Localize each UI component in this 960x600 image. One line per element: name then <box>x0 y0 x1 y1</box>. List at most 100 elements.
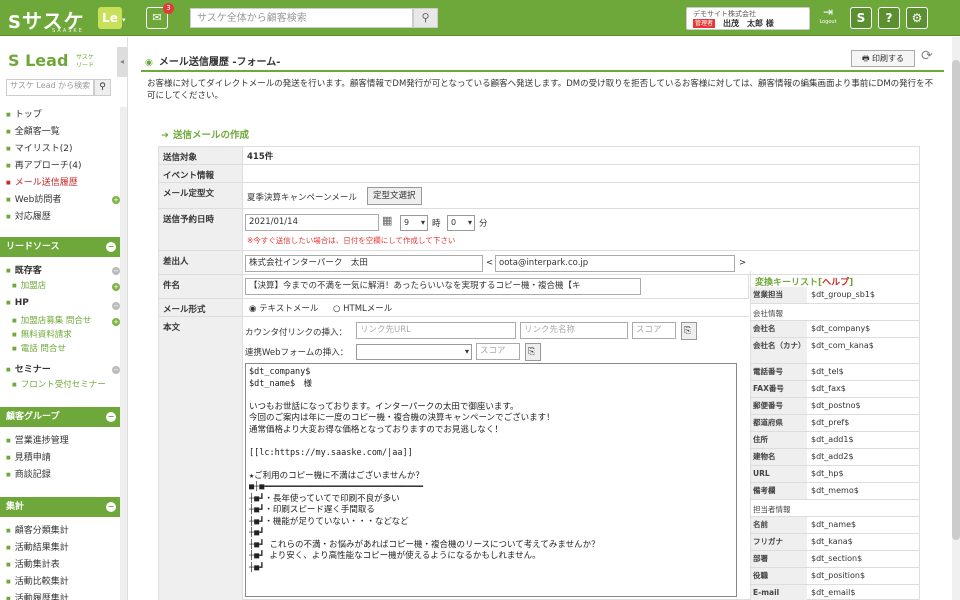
sender-name-input[interactable]: 株式会社インターパーク 太田 <box>245 255 483 272</box>
sidebar-subitem-member[interactable]: 加盟店 <box>12 279 47 291</box>
calendar-icon[interactable]: ▦ <box>382 214 392 227</box>
variable-row[interactable]: 電話番号 $dt_tel$ <box>751 364 920 381</box>
radio-html-mail[interactable]: ○ HTMLメール <box>333 302 392 314</box>
sidebar-subitem-phone[interactable]: 電話 問合せ <box>12 342 66 354</box>
variable-row[interactable]: 郵便番号 $dt_postno$ <box>751 398 920 415</box>
sidebar-item-sales-progress[interactable]: 営業進捗管理 <box>6 433 69 446</box>
collapse-icon[interactable]: − <box>112 366 120 374</box>
variable-value[interactable]: $dt_add2$ <box>811 452 854 461</box>
webform-score-input[interactable]: スコア <box>476 343 520 360</box>
variable-row[interactable]: 営業担当 $dt_group_sb1$ <box>751 287 920 304</box>
variable-row[interactable]: 都道府県 $dt_pref$ <box>751 415 920 432</box>
customer-search-input[interactable]: サスケ全体から顧客検索 <box>190 8 413 28</box>
collapse-icon[interactable]: − <box>106 412 116 422</box>
variable-row[interactable]: 住所 $dt_add1$ <box>751 432 920 449</box>
variable-row[interactable]: 備考欄 $dt_memo$ <box>751 483 920 500</box>
collapse-icon[interactable]: − <box>106 242 116 252</box>
plus-icon[interactable]: + <box>112 318 120 326</box>
template-select-button[interactable]: 定型文選択 <box>367 187 422 205</box>
variable-value[interactable]: $dt_hp$ <box>811 469 844 478</box>
sidebar-item-stat-result[interactable]: 活動結果集計 <box>6 540 69 553</box>
search-icon[interactable]: ⚲ <box>94 79 111 96</box>
variable-row[interactable]: 役職 $dt_position$ <box>751 568 920 585</box>
collapse-icon[interactable]: − <box>112 302 120 310</box>
radio-text-mail[interactable]: ◉ テキストメール <box>249 302 318 314</box>
variable-value[interactable]: $dt_section$ <box>811 554 862 563</box>
variable-row[interactable]: 部署 $dt_section$ <box>751 551 920 568</box>
variable-value[interactable]: $dt_tel$ <box>811 367 844 376</box>
sidebar-item-web-visitors[interactable]: Web訪問者 <box>6 192 62 205</box>
variable-row[interactable]: フリガナ $dt_kana$ <box>751 534 920 551</box>
sidebar-sub-seminar[interactable]: セミナー <box>6 362 51 375</box>
sidebar-item-stat-history[interactable]: 活動履歴集計 <box>6 591 69 600</box>
plus-icon[interactable]: + <box>112 196 120 204</box>
variable-value[interactable]: $dt_com_kana$ <box>811 341 874 350</box>
gear-icon[interactable]: ⚙ <box>906 7 928 29</box>
link-url-input[interactable]: リンク先URL <box>356 322 516 339</box>
variable-row[interactable]: 会社名（カナ） $dt_com_kana$ <box>751 338 920 364</box>
sidebar-item-top[interactable]: トップ <box>6 107 42 120</box>
sidebar-item-stat-table[interactable]: 活動集計表 <box>6 557 60 570</box>
hour-select[interactable]: 9 <box>400 215 428 231</box>
body-textarea[interactable]: $dt_company$ $dt_name$ 様 いつもお世話になっております。… <box>245 363 737 597</box>
le-app-switcher[interactable]: Le <box>98 7 122 29</box>
subject-input[interactable]: 【決算】今までの不満を一気に解消！あったらいいなを実現するコピー機・複合機【キ <box>245 278 641 295</box>
sidebar-item-reapproach[interactable]: 再アプローチ(4) <box>6 158 82 171</box>
collapse-icon[interactable]: − <box>112 267 120 275</box>
variable-value[interactable]: $dt_company$ <box>811 324 870 333</box>
sidebar-sub-hp[interactable]: HP <box>6 298 29 308</box>
sidebar-item-all-customers[interactable]: 全顧客一覧 <box>6 124 60 137</box>
sidebar-item-mylist[interactable]: マイリスト(2) <box>6 141 73 154</box>
variable-value[interactable]: $dt_add1$ <box>811 435 854 444</box>
variable-value[interactable]: $dt_fax$ <box>811 384 846 393</box>
sidebar-subitem-recruit[interactable]: 加盟店募集 問合せ <box>12 314 92 326</box>
sidebar-logo[interactable]: S Lead <box>8 51 68 70</box>
variable-value[interactable]: $dt_pref$ <box>811 418 849 427</box>
main-scrollbar-thumb[interactable] <box>952 60 960 540</box>
minute-select[interactable]: 0 <box>447 215 475 231</box>
sidebar-head-customer-group[interactable]: 顧客グループ − <box>0 407 120 427</box>
sender-email-input[interactable]: oota@interpark.co.jp <box>495 255 735 272</box>
sidebar-item-negotiation[interactable]: 商談記録 <box>6 467 51 480</box>
insert-link-icon[interactable]: ⎘ <box>681 322 697 340</box>
sidebar-subitem-front-seminar[interactable]: フロント受付セミナー <box>12 378 106 390</box>
sidebar-item-stat-compare[interactable]: 活動比較集計 <box>6 574 69 587</box>
sidebar-sub-existing[interactable]: 既存客 <box>6 263 42 276</box>
variable-value[interactable]: $dt_kana$ <box>811 537 853 546</box>
variable-row[interactable]: 建物名 $dt_add2$ <box>751 449 920 466</box>
sidebar-item-mail-history[interactable]: メール送信履歴 <box>6 175 78 188</box>
variable-value[interactable]: $dt_email$ <box>811 588 855 597</box>
variable-row[interactable]: 名前 $dt_name$ <box>751 517 920 534</box>
variable-value[interactable]: $dt_name$ <box>811 520 856 529</box>
user-info[interactable]: デモサイト株式会社 管理者 出茂 太郎 様 <box>686 7 810 30</box>
sidebar-subitem-request[interactable]: 無料資料請求 <box>12 328 72 340</box>
sidebar-search-input[interactable]: サスケ Lead から検索 <box>6 79 94 96</box>
sidebar-item-response-history[interactable]: 対応履歴 <box>6 209 51 222</box>
variable-value[interactable]: $dt_position$ <box>811 571 865 580</box>
logout-button[interactable]: ⇥ Logout <box>816 5 840 31</box>
link-score-input[interactable]: スコア <box>632 322 676 339</box>
collapse-icon[interactable]: − <box>106 502 116 512</box>
sidebar-item-quote[interactable]: 見積申請 <box>6 450 51 463</box>
date-input[interactable]: 2021/01/14 <box>245 214 379 231</box>
variable-row[interactable]: 会社名 $dt_company$ <box>751 321 920 338</box>
variable-row[interactable]: FAX番号 $dt_fax$ <box>751 381 920 398</box>
variable-row[interactable]: E-mail $dt_email$ <box>751 585 920 600</box>
saaske-home-icon[interactable]: S <box>850 7 872 29</box>
help-icon[interactable]: ? <box>878 7 900 29</box>
sidebar-head-lead-source[interactable]: リードソース − <box>0 237 120 257</box>
refresh-icon[interactable]: ⟳ <box>921 48 933 64</box>
variable-value[interactable]: $dt_memo$ <box>811 486 859 495</box>
search-icon[interactable]: ⚲ <box>413 8 438 28</box>
insert-webform-icon[interactable]: ⎘ <box>525 343 541 361</box>
link-name-input[interactable]: リンク先名称 <box>520 322 628 339</box>
sidebar-collapse-button[interactable]: ◂ <box>117 47 127 77</box>
plus-icon[interactable]: + <box>112 283 120 291</box>
variable-value[interactable]: $dt_group_sb1$ <box>811 290 875 299</box>
sidebar-item-stat-class[interactable]: 顧客分類集計 <box>6 523 69 536</box>
print-button[interactable]: 🖶 印刷する <box>851 50 915 67</box>
chevron-down-icon[interactable]: ▾ <box>122 16 126 24</box>
variable-row[interactable]: URL $dt_hp$ <box>751 466 920 483</box>
variable-value[interactable]: $dt_postno$ <box>811 401 861 410</box>
webform-select[interactable] <box>356 344 472 360</box>
